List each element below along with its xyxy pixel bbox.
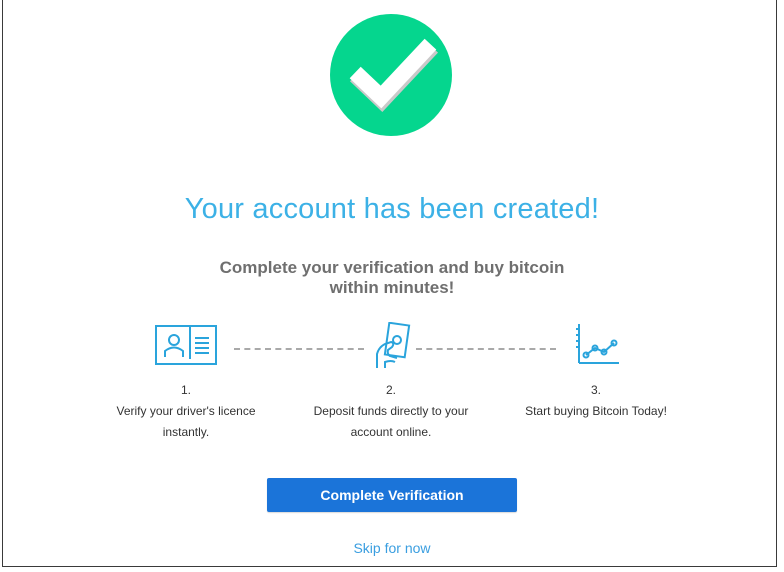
page-title: Your account has been created! [184,193,600,225]
step-1-text: 1. Verify your driver's licence instantl… [96,380,276,443]
step-number: 2. [385,383,396,397]
step-description: instantly. [162,425,210,439]
skip-for-now-link[interactable]: Skip for now [0,540,784,556]
step-number: 1. [180,383,191,397]
step-2-text: 2. Deposit funds directly to your accoun… [296,380,486,443]
subtitle-line: Complete your verification and buy bitco… [219,258,565,277]
step-description: account online. [350,425,432,439]
complete-verification-button[interactable]: Complete Verification [267,478,517,512]
success-check-icon [330,14,452,136]
cash-hand-icon [373,321,411,375]
subtitle-line: within minutes! [329,278,455,297]
step-connector [416,348,556,350]
page-subtitle: Complete your verification and buy bitco… [192,258,592,298]
line-chart-icon [576,323,620,370]
step-number: 3. [590,383,601,397]
step-description: Deposit funds directly to your [313,404,469,418]
step-description: Verify your driver's licence [116,404,256,418]
step-description: Start buying Bitcoin Today! [525,404,667,418]
step-3-text: 3. Start buying Bitcoin Today! [506,380,686,422]
id-card-icon [155,325,217,370]
step-connector [234,348,364,350]
